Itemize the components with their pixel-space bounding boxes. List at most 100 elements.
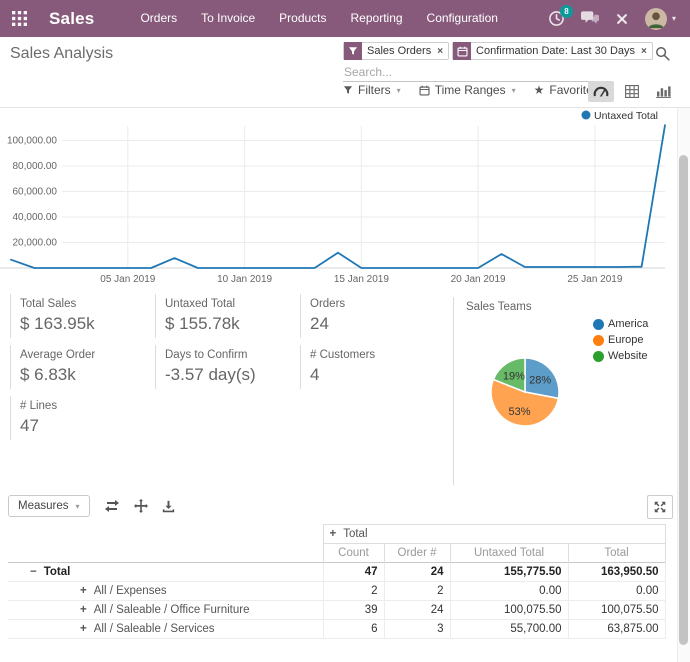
filter-menu-label: Time Ranges — [435, 83, 506, 97]
pie-slice-label: 19% — [503, 371, 525, 383]
facet-remove-icon[interactable]: × — [436, 46, 448, 57]
pie-legend-item-america[interactable]: America — [593, 316, 648, 332]
svg-text:15 Jan 2019: 15 Jan 2019 — [334, 274, 389, 285]
vertical-scrollbar-thumb[interactable] — [679, 155, 688, 645]
search-input[interactable] — [343, 63, 605, 82]
collapse-row-icon[interactable]: − — [30, 566, 37, 578]
nav-item-configuration[interactable]: Configuration — [415, 0, 510, 37]
legend-dot[interactable] — [582, 111, 591, 120]
kpi-tile-total-sales[interactable]: Total Sales$ 163.95k — [10, 294, 155, 338]
pivot-cell: 3 — [384, 620, 450, 639]
user-menu[interactable]: ▾ — [645, 8, 676, 30]
messages-icon[interactable] — [581, 11, 599, 26]
pivot-row-label[interactable]: + All / Saleable / Services — [8, 620, 323, 639]
nav-item-products[interactable]: Products — [267, 0, 338, 37]
nav-item-to-invoice[interactable]: To Invoice — [189, 0, 267, 37]
pivot-table: +Total CountOrder #Untaxed TotalTotal −T… — [8, 524, 666, 639]
vertical-scrollbar-track[interactable] — [677, 108, 690, 662]
expand-column-icon[interactable]: + — [330, 528, 337, 540]
pie-title: Sales Teams — [466, 301, 532, 313]
page-title: Sales Analysis — [10, 45, 113, 63]
pivot-row-label[interactable]: −Total — [8, 563, 323, 582]
search-facet-sales-orders[interactable]: Sales Orders× — [343, 42, 449, 60]
navbar-menu: OrdersTo InvoiceProductsReportingConfigu… — [128, 0, 510, 37]
download-icon[interactable] — [162, 500, 175, 513]
chevron-down-icon: ▾ — [512, 86, 516, 95]
app-name[interactable]: Sales — [49, 9, 94, 29]
kpi-tile-days-to-confirm[interactable]: Days to Confirm-3.57 day(s) — [155, 345, 300, 389]
pivot-measure-header-count[interactable]: Count — [323, 544, 384, 563]
pivot-cell: 163,950.50 — [568, 563, 665, 582]
pivot-measure-header-untaxed-total[interactable]: Untaxed Total — [450, 544, 568, 563]
pivot-row-label[interactable]: +All / Saleable / Office Furniture — [8, 601, 323, 620]
pivot-cell: 100,075.50 — [568, 601, 665, 620]
pivot-row-label-text: All / Saleable / Services — [94, 623, 215, 635]
search-icon[interactable] — [655, 46, 670, 66]
search-facet-confirmation-date-last-30-days[interactable]: Confirmation Date: Last 30 Days× — [452, 42, 653, 60]
expand-row-icon[interactable]: + — [80, 585, 87, 597]
flip-axis-icon[interactable] — [104, 500, 120, 512]
svg-text:80,000.00: 80,000.00 — [13, 161, 58, 172]
pivot-cell: 39 — [323, 601, 384, 620]
legend-dot — [593, 351, 604, 362]
kpi-label: Total Sales — [20, 298, 155, 310]
expand-row-icon[interactable]: + — [80, 604, 87, 616]
pivot-row-label[interactable]: + All / Expenses — [8, 582, 323, 601]
pie-legend-item-website[interactable]: Website — [593, 348, 648, 364]
pivot-row-label-text: All / Expenses — [94, 585, 167, 597]
legend-label[interactable]: Untaxed Total — [594, 110, 658, 122]
pie-slice-label: 28% — [529, 374, 551, 386]
pivot-cell: 55,700.00 — [450, 620, 568, 639]
activity-icon[interactable]: 8 — [548, 10, 565, 27]
dashboard-view-icon[interactable] — [588, 81, 614, 102]
kpi-tile-lines[interactable]: # Lines47 — [10, 396, 155, 440]
expand-all-icon[interactable] — [134, 499, 148, 513]
measures-button[interactable]: Measures ▾ — [8, 495, 90, 517]
nav-item-orders[interactable]: Orders — [128, 0, 189, 37]
svg-text:25 Jan 2019: 25 Jan 2019 — [567, 274, 622, 285]
facet-remove-icon[interactable]: × — [640, 46, 652, 57]
filter-row: Filters▾Time Ranges▾★Favorites▾ — [343, 83, 609, 97]
filter-icon — [343, 85, 353, 95]
expand-arrows-icon[interactable] — [647, 495, 673, 519]
pivot-row-all-saleable-services: +All / Saleable / Services6355,700.0063,… — [8, 620, 665, 639]
filter-menu-filters[interactable]: Filters▾ — [343, 83, 401, 97]
graph-view-icon[interactable] — [650, 81, 676, 102]
expand-row-icon[interactable]: + — [80, 623, 87, 635]
pivot-measure-header-total[interactable]: Total — [568, 544, 665, 563]
calendar-icon — [453, 42, 471, 60]
kpi-value: 24 — [310, 314, 445, 334]
pivot-view-icon[interactable] — [619, 81, 645, 102]
kpi-tile-untaxed-total[interactable]: Untaxed Total$ 155.78k — [155, 294, 300, 338]
svg-text:40,000.00: 40,000.00 — [13, 212, 58, 223]
pivot-cell: 155,775.50 — [450, 563, 568, 582]
pivot-empty-cell — [8, 544, 323, 563]
pivot-cell: 2 — [384, 582, 450, 601]
activity-badge: 8 — [560, 5, 573, 18]
apps-menu-icon[interactable] — [12, 11, 27, 26]
stats-section: Total Sales$ 163.95kUntaxed Total$ 155.7… — [0, 292, 690, 492]
search-area: Sales Orders×Confirmation Date: Last 30 … — [343, 42, 605, 82]
kpi-tile-average-order[interactable]: Average Order$ 6.83k — [10, 345, 155, 389]
untaxed-total-line — [11, 125, 665, 268]
nav-item-reporting[interactable]: Reporting — [339, 0, 415, 37]
pie-legend-item-europe[interactable]: Europe — [593, 332, 648, 348]
legend-label: Europe — [608, 334, 643, 346]
pivot-column-group-total[interactable]: +Total — [323, 525, 665, 544]
measures-label: Measures — [18, 500, 69, 512]
top-navbar: Sales OrdersTo InvoiceProductsReportingC… — [0, 0, 690, 37]
kpi-label: Orders — [310, 298, 445, 310]
pie-legend: America Europe Website — [593, 316, 648, 364]
kpi-tile-orders[interactable]: Orders 24 — [300, 294, 445, 338]
kpi-label: # Lines — [20, 400, 155, 412]
pivot-measure-header-order[interactable]: Order # — [384, 544, 450, 563]
sales-teams-pie-chart[interactable]: 28%53%19% — [471, 338, 579, 446]
kpi-grid: Total Sales$ 163.95kUntaxed Total$ 155.7… — [10, 294, 445, 440]
crossed-tools-icon[interactable] — [615, 12, 629, 26]
kpi-value: $ 6.83k — [20, 365, 155, 385]
kpi-label: Untaxed Total — [165, 298, 300, 310]
filter-menu-time-ranges[interactable]: Time Ranges ▾ — [419, 83, 516, 97]
kpi-tile-customers[interactable]: # Customers4 — [300, 345, 445, 389]
measures-caret-icon: ▾ — [76, 502, 80, 511]
pivot-colgroup-row: +Total — [8, 525, 665, 544]
